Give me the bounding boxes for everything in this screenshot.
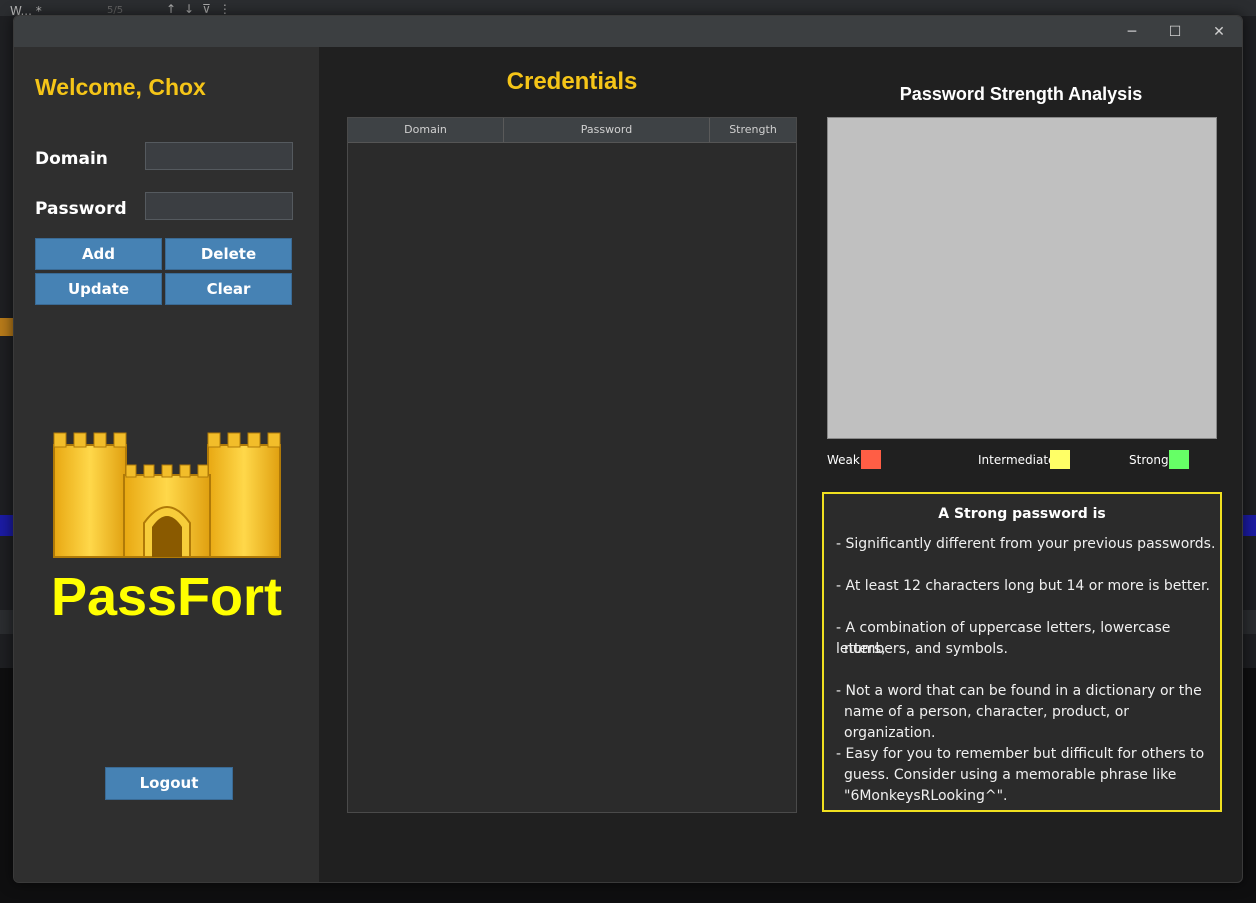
welcome-heading: Welcome, Chox [35, 74, 206, 100]
legend-swatch-intermediate [1050, 450, 1070, 469]
password-label: Password [35, 199, 127, 219]
tip-line: name of a person, character, product, or… [844, 704, 1130, 741]
legend-swatch-weak [861, 450, 881, 469]
legend-label-intermediate: Intermediate [978, 453, 1056, 467]
column-header-strength[interactable]: Strength [710, 118, 796, 142]
tip-line: - At least 12 characters long but 14 or … [836, 578, 1210, 594]
analysis-title: Password Strength Analysis [899, 84, 1143, 104]
background-toolbar: W... * 5/5 ↑↓⊽⋮ [0, 0, 1256, 18]
legend-swatch-strong [1169, 450, 1189, 469]
app-name-logo: PassFort [50, 567, 283, 627]
tip-line: guess. Consider using a memorable phrase… [844, 767, 1177, 783]
column-header-domain[interactable]: Domain [348, 118, 504, 142]
background-highlight [0, 318, 14, 336]
column-header-password[interactable]: Password [504, 118, 710, 142]
password-input[interactable] [145, 192, 293, 220]
tip-line: - Easy for you to remember but difficult… [836, 746, 1205, 762]
close-icon[interactable]: ✕ [1204, 22, 1234, 42]
domain-input[interactable] [145, 142, 293, 170]
passfort-window: ─ ☐ ✕ Welcome, Chox Domain Password Add … [13, 15, 1243, 883]
delete-button[interactable]: Delete [165, 238, 292, 270]
table-header: Domain Password Strength [348, 118, 796, 143]
clear-button[interactable]: Clear [165, 273, 292, 305]
tip-line: - Not a word that can be found in a dict… [836, 683, 1202, 699]
tip-line: "6MonkeysRLooking^". [844, 788, 1008, 804]
tip-line: - Significantly different from your prev… [836, 536, 1216, 552]
credentials-table[interactable]: Domain Password Strength [347, 117, 797, 813]
update-button[interactable]: Update [35, 273, 162, 305]
minimize-icon[interactable]: ─ [1117, 22, 1147, 42]
logout-button[interactable]: Logout [105, 767, 233, 800]
domain-label: Domain [35, 149, 108, 169]
legend-label-weak: Weak [827, 453, 860, 467]
title-bar: ─ ☐ ✕ [14, 16, 1242, 47]
tips-title: A Strong password is [938, 506, 1106, 522]
add-button[interactable]: Add [35, 238, 162, 270]
tip-line: numbers, and symbols. [844, 641, 1008, 657]
credentials-title: Credentials [506, 68, 638, 95]
legend-label-strong: Strong [1129, 453, 1169, 467]
maximize-icon[interactable]: ☐ [1160, 22, 1190, 42]
strong-password-tips: A Strong password is - Significantly dif… [822, 492, 1222, 812]
background-toolbar-icons: ↑↓⊽⋮ [166, 2, 239, 16]
castle-logo-icon [52, 431, 282, 559]
sidebar: Welcome, Chox Domain Password Add Delete… [14, 47, 319, 882]
strength-chart-area [827, 117, 1217, 439]
